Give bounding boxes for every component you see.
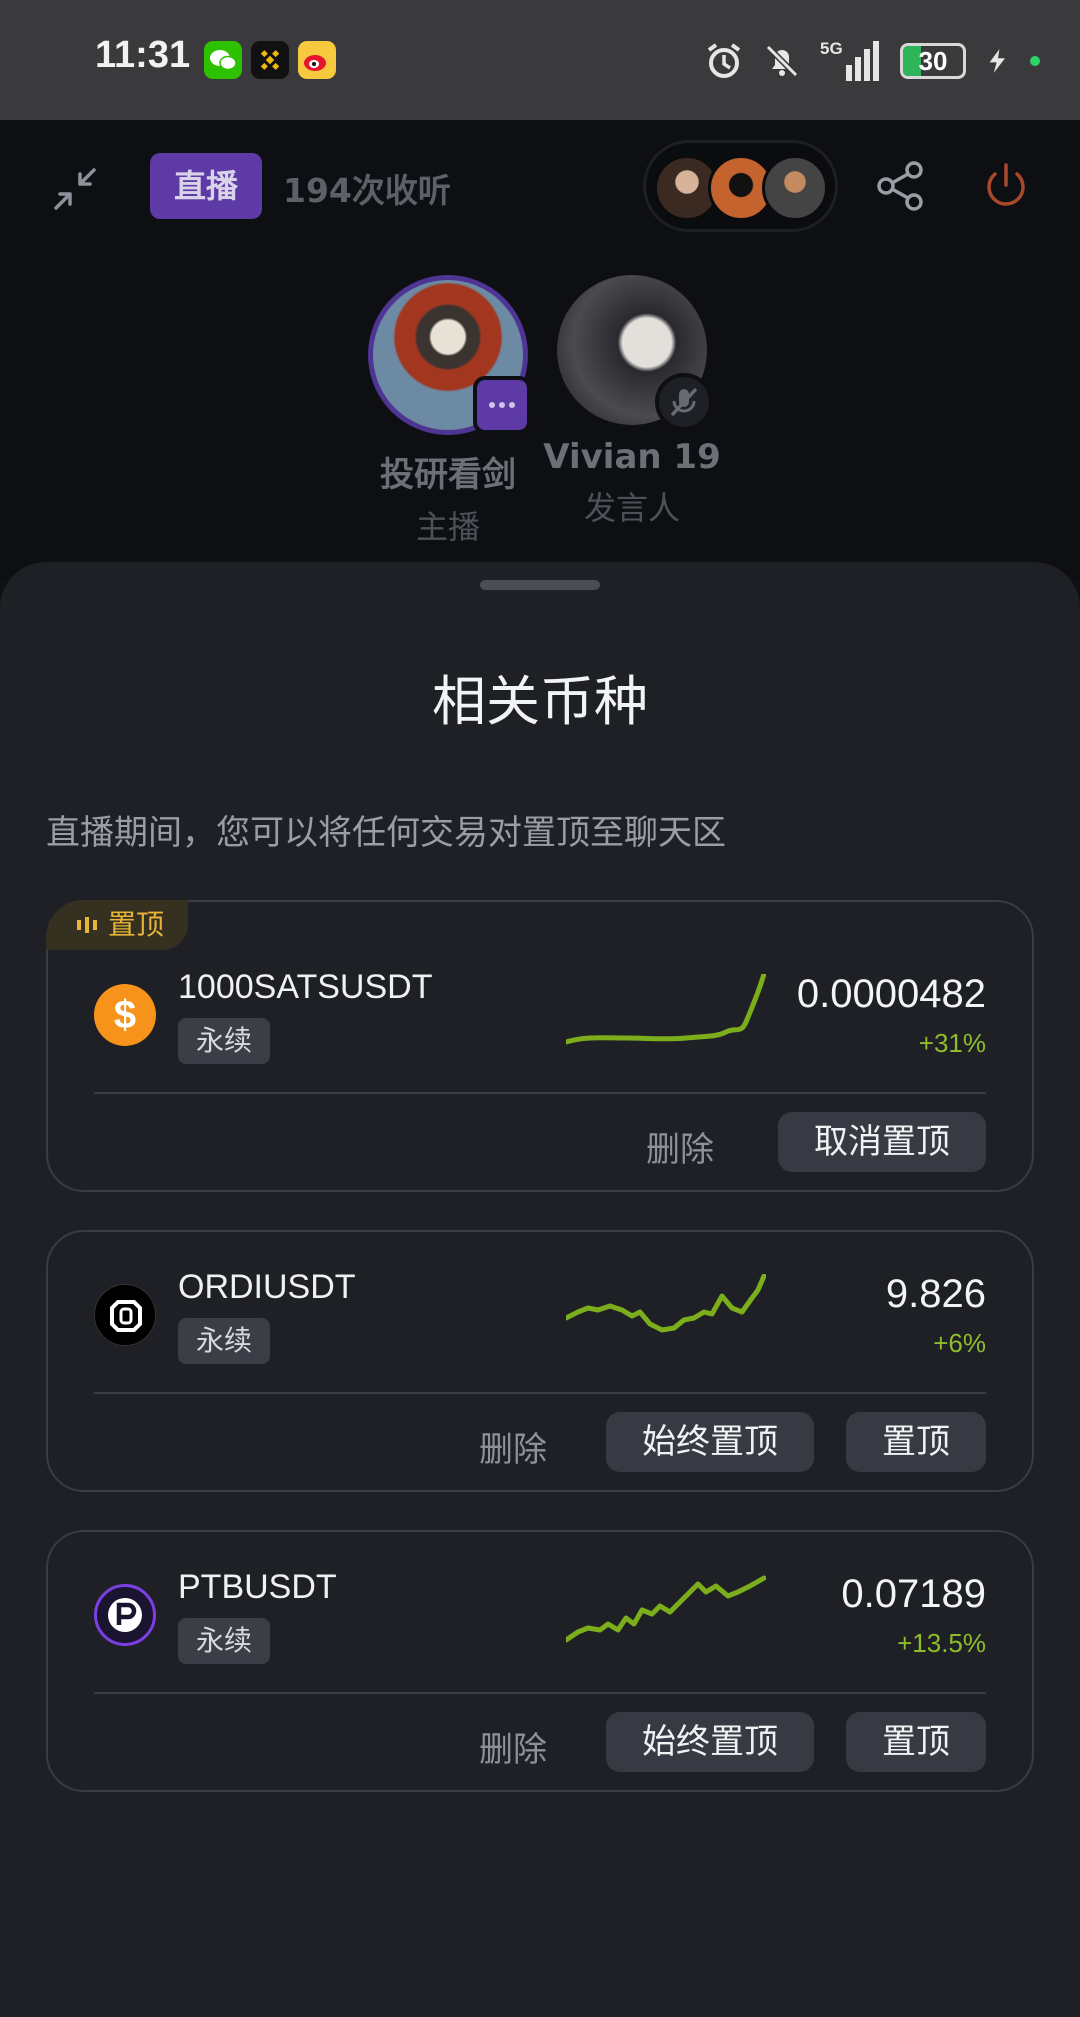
card-divider xyxy=(94,1692,986,1694)
more-icon[interactable] xyxy=(473,376,531,434)
price-change: +31% xyxy=(918,1028,986,1058)
coin-price: 9.826 xyxy=(885,1272,986,1316)
sparkline-chart xyxy=(566,1274,766,1333)
perpetual-tag: 永续 xyxy=(178,1618,271,1664)
card-divider xyxy=(94,1392,986,1394)
live-badge: 直播 xyxy=(150,153,263,219)
drag-handle[interactable] xyxy=(480,580,600,590)
share-icon[interactable] xyxy=(872,158,928,214)
pin-bars-icon xyxy=(76,901,98,951)
perpetual-tag: 永续 xyxy=(178,1018,271,1064)
sparkline-chart xyxy=(566,974,766,1045)
coin-symbol: ORDIUSDT xyxy=(178,1268,356,1306)
listener-avatars[interactable] xyxy=(643,140,838,232)
signal-icon: 5G xyxy=(820,39,882,83)
battery-indicator: 30 xyxy=(900,43,966,79)
delete-button[interactable]: 删除 xyxy=(479,1722,547,1771)
coin-symbol: PTBUSDT xyxy=(178,1568,337,1606)
collapse-icon[interactable] xyxy=(48,162,102,216)
binance-icon xyxy=(251,41,289,79)
price-change: +13.5% xyxy=(897,1628,986,1658)
coin-card-1000satsusdt[interactable]: 置顶 $ 1000SATSUSDT 永续 0.0000482 +31% 删除 取… xyxy=(46,900,1034,1192)
avatar xyxy=(762,155,828,221)
wechat-icon xyxy=(204,41,242,79)
svg-text:$: $ xyxy=(114,993,136,1037)
coin-price: 0.07189 xyxy=(841,1572,986,1616)
ordi-coin-icon xyxy=(94,1284,156,1346)
status-time: 11:31 xyxy=(95,34,191,76)
mute-bell-icon xyxy=(765,44,799,78)
pin-button[interactable]: 置顶 xyxy=(846,1712,986,1772)
live-room-header: 直播 194次收听 投研看剑 主播 Vivian 19 发言人 xyxy=(0,120,1080,580)
related-coins-sheet: 相关币种 直播期间，您可以将任何交易对置顶至聊天区 置顶 $ 1000SATSU… xyxy=(0,562,1080,2017)
sheet-description: 直播期间，您可以将任何交易对置顶至聊天区 xyxy=(46,813,726,853)
speaker-host[interactable]: 投研看剑 主播 xyxy=(343,275,553,548)
coin-card-ptbusdt[interactable]: PTBUSDT 永续 0.07189 +13.5% 删除 始终置顶 置顶 xyxy=(46,1530,1034,1792)
speaker-name: 投研看剑 xyxy=(380,455,516,495)
privacy-dot xyxy=(1030,56,1040,66)
price-change: +6% xyxy=(933,1328,986,1358)
speaker-guest[interactable]: Vivian 19 发言人 xyxy=(527,275,737,529)
sparkline-chart xyxy=(566,1575,766,1643)
sheet-title: 相关币种 xyxy=(432,670,648,733)
speaker-name: Vivian 19 xyxy=(543,437,721,477)
pinned-tag-label: 置顶 xyxy=(108,908,165,941)
perpetual-tag: 永续 xyxy=(178,1318,271,1364)
speaker-role: 发言人 xyxy=(583,489,680,527)
charging-icon xyxy=(989,49,1005,73)
coin-symbol: 1000SATSUSDT xyxy=(178,968,433,1006)
alarm-icon xyxy=(707,43,741,78)
weibo-icon xyxy=(298,41,336,79)
coin-card-ordiusdt[interactable]: ORDIUSDT 永续 9.826 +6% 删除 始终置顶 置顶 xyxy=(46,1230,1034,1492)
speaker-role: 主播 xyxy=(415,508,480,546)
status-bar: 11:31 5G 30 xyxy=(0,0,1080,120)
unpin-button[interactable]: 取消置顶 xyxy=(778,1112,986,1172)
listen-count: 194次收听 xyxy=(283,171,451,210)
pin-button[interactable]: 置顶 xyxy=(846,1412,986,1472)
card-divider xyxy=(94,1092,986,1094)
mic-muted-icon xyxy=(655,373,713,431)
status-icons: 5G 30 xyxy=(704,36,1040,86)
avatar xyxy=(557,275,713,431)
battery-level: 30 xyxy=(918,46,948,76)
pinned-tag: 置顶 xyxy=(46,900,189,951)
dollar-coin-icon: $ xyxy=(94,984,156,1046)
always-pin-button[interactable]: 始终置顶 xyxy=(606,1412,814,1472)
always-pin-button[interactable]: 始终置顶 xyxy=(606,1712,814,1772)
ptb-coin-icon xyxy=(94,1584,156,1646)
power-icon[interactable] xyxy=(978,158,1034,214)
avatar xyxy=(368,275,531,435)
delete-button[interactable]: 删除 xyxy=(646,1122,714,1171)
coin-price: 0.0000482 xyxy=(796,972,986,1016)
delete-button[interactable]: 删除 xyxy=(479,1422,547,1471)
